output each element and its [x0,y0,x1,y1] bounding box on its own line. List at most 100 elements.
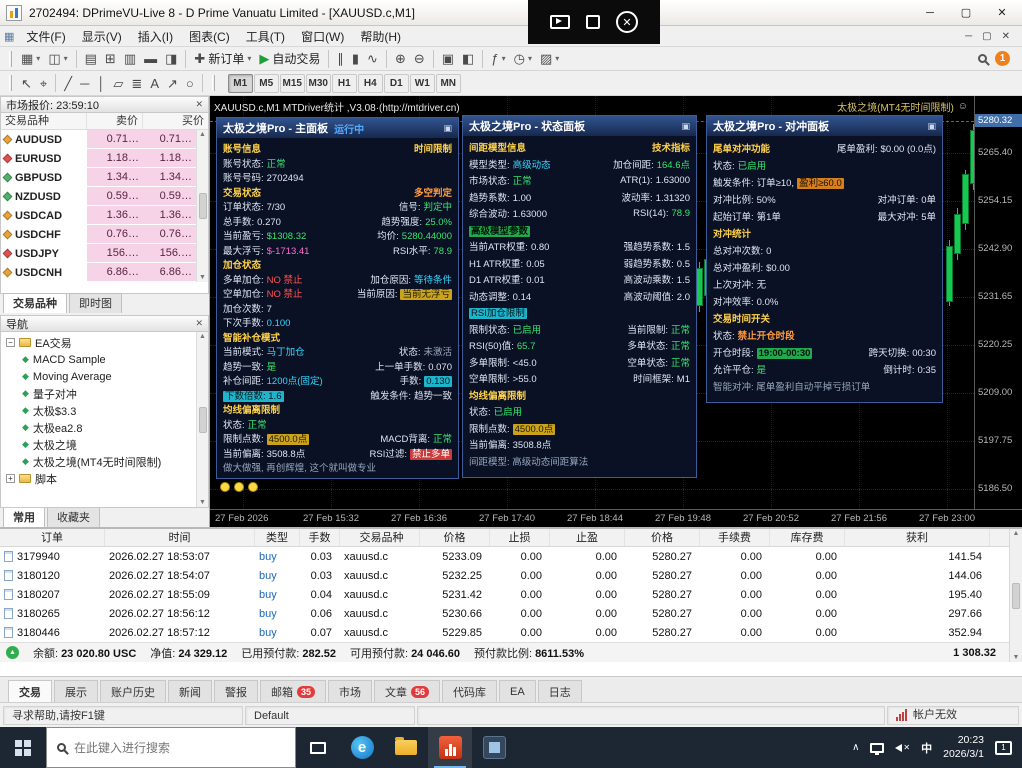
line-chart-button[interactable]: ∿ [363,48,382,69]
orders-column-4[interactable]: 交易品种 [340,529,420,546]
connection-status[interactable]: 帐户无效 [887,706,1019,725]
main-panel-titlebar[interactable]: 太极之境Pro - 主面板运行中▣ [217,118,458,138]
new-chart-button[interactable]: ▦▾ [17,48,44,69]
orders-column-6[interactable]: 止损 [490,529,550,546]
taskbar-app-edge[interactable]: e [340,727,384,768]
terminal-tab-10[interactable]: 日志 [538,680,582,702]
periods-button[interactable]: ◷▾ [510,48,536,69]
navigator-tab-1[interactable]: 收藏夹 [47,507,100,527]
restore-button[interactable]: ▢ [948,0,984,26]
orders-column-3[interactable]: 手数 [300,529,340,546]
start-button[interactable] [0,727,46,768]
navigator-scrollbar[interactable]: ▲▼ [196,332,208,507]
taskbar-search[interactable] [46,727,296,768]
market-watch-row-usdchf[interactable]: USDCHF0.76…0.76… [1,225,208,244]
taskbar-clock[interactable]: 20:23 2026/3/1 [943,734,984,761]
orders-column-9[interactable]: 手续费 [700,529,770,546]
menu-view[interactable]: 显示(V) [74,26,130,47]
terminal-tab-6[interactable]: 市场 [328,680,372,702]
timeframe-m15[interactable]: M15 [280,74,305,93]
terminal-toggle[interactable]: ▬ [140,48,161,69]
vertical-line-button[interactable]: │ [93,73,109,94]
notification-badge[interactable]: 1 [995,51,1010,66]
overlay-close-button[interactable]: ✕ [616,11,638,33]
market-watch-tab-1[interactable]: 即时图 [69,293,122,313]
nav-item-8[interactable]: +脚本 [1,470,208,487]
nav-item-5[interactable]: ◆太极ea2.8 [1,419,208,436]
network-icon[interactable] [870,743,884,753]
status-profile[interactable]: Default [245,706,415,725]
timeframe-m5[interactable]: M5 [254,74,279,93]
market-watch-row-usdjpy[interactable]: USDJPY156.…156.… [1,244,208,263]
terminal-scrollbar[interactable]: ▲▼ [1009,529,1022,662]
autotrading-button[interactable]: ▶自动交易 [255,48,324,69]
mw-column-2[interactable]: 买价 [143,113,208,129]
cast-icon[interactable] [550,15,570,29]
terminal-tab-8[interactable]: 代码库 [442,680,497,702]
timeframe-m30[interactable]: M30 [306,74,331,93]
taskbar-app-misc[interactable] [472,727,516,768]
terminal-tab-7[interactable]: 文章56 [374,680,440,702]
action-center-icon[interactable]: 1 [995,741,1012,755]
data-window-toggle[interactable]: ⊞ [101,48,120,69]
tray-expand-icon[interactable]: ∧ [852,742,859,753]
order-row[interactable]: 31804462026.02.27 18:57:12buy0.07xauusd.… [0,623,1022,642]
order-row[interactable]: 31802652026.02.27 18:56:12buy0.06xauusd.… [0,604,1022,623]
orders-column-10[interactable]: 库存费 [770,529,845,546]
terminal-tab-0[interactable]: 交易 [8,680,52,702]
status-panel-titlebar[interactable]: 太极之境Pro - 状态面板▣ [463,116,696,136]
arrow-button[interactable]: ↗ [163,73,182,94]
nav-item-6[interactable]: ◆太极之境 [1,436,208,453]
mdi-minimize-button[interactable]: ─ [965,31,972,42]
nav-item-4[interactable]: ◆太极$3.3 [1,402,208,419]
orders-column-8[interactable]: 价格 [625,529,700,546]
crosshair-button[interactable]: ⌖ [36,73,51,94]
fullscreen-icon[interactable] [586,15,600,29]
tree-toggle-icon[interactable]: + [6,474,15,483]
orders-column-2[interactable]: 类型 [255,529,300,546]
zoom-out-button[interactable]: ⊖ [410,48,429,69]
zoom-in-button[interactable]: ⊕ [391,48,410,69]
order-row[interactable]: 31802072026.02.27 18:55:09buy0.04xauusd.… [0,585,1022,604]
market-watch-row-usdcad[interactable]: USDCAD1.36…1.36… [1,206,208,225]
tile-windows-button[interactable]: ▣ [438,48,458,69]
timeframe-d1[interactable]: D1 [384,74,409,93]
order-row[interactable]: 31799402026.02.27 18:53:07buy0.03xauusd.… [0,547,1022,566]
market-watch-close-icon[interactable]: ✕ [195,99,203,110]
new-order-button[interactable]: ✚新订单▾ [190,48,255,69]
orders-column-0[interactable]: 订单 [0,529,105,546]
market-watch-row-eurusd[interactable]: EURUSD1.18…1.18… [1,149,208,168]
orders-column-5[interactable]: 价格 [420,529,490,546]
shapes-button[interactable]: ○ [182,73,198,94]
menu-window[interactable]: 窗口(W) [293,26,352,47]
cursor-button[interactable]: ↖ [17,73,36,94]
nav-item-7[interactable]: ◆太极之境(MT4无时间限制) [1,453,208,470]
mdi-restore-button[interactable]: ▢ [982,31,991,42]
candle-chart-button[interactable]: ▮ [348,48,363,69]
nav-item-2[interactable]: ◆Moving Average [1,368,208,385]
mdi-close-button[interactable]: ✕ [1002,31,1010,42]
market-watch-toggle[interactable]: ▤ [81,48,101,69]
menu-file[interactable]: 文件(F) [18,26,73,47]
market-watch-row-audusd[interactable]: AUDUSD0.71…0.71… [1,130,208,149]
channel-button[interactable]: ▱ [109,73,127,94]
search-input[interactable] [74,741,285,755]
trendline-button[interactable]: ╱ [60,73,76,94]
navigator-toggle[interactable]: ▥ [120,48,140,69]
terminal-tab-3[interactable]: 新闻 [168,680,212,702]
minimize-button[interactable]: ─ [912,0,948,26]
orders-column-11[interactable]: 获利 [845,529,990,546]
horizontal-line-button[interactable]: ─ [76,73,93,94]
profiles-button[interactable]: ◫▾ [44,48,71,69]
menu-insert[interactable]: 插入(I) [130,26,181,47]
task-view-button[interactable] [296,727,340,768]
tree-toggle-icon[interactable]: − [6,338,15,347]
market-watch-row-usdcnh[interactable]: USDCNH6.86…6.86… [1,263,208,282]
navigator-close-icon[interactable]: ✕ [195,318,203,329]
timeframe-mn[interactable]: MN [436,74,461,93]
nav-item-3[interactable]: ◆量子对冲 [1,385,208,402]
terminal-tab-5[interactable]: 邮箱35 [260,680,326,702]
close-button[interactable]: ✕ [984,0,1020,26]
timeframe-h1[interactable]: H1 [332,74,357,93]
terminal-tab-1[interactable]: 展示 [54,680,98,702]
